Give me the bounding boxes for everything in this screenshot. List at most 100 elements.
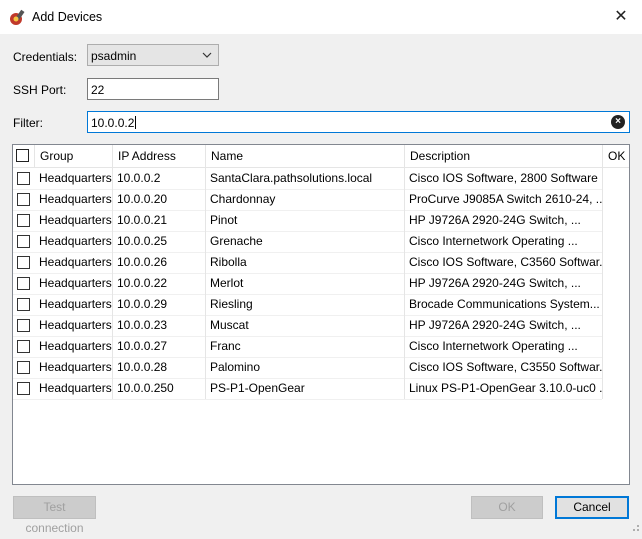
credentials-label: Credentials: [13, 50, 78, 64]
table-row[interactable]: Headquarters 10.0.0.26 Ribolla Cisco IOS So… [13, 252, 603, 274]
table-row[interactable]: Headquarters 10.0.0.2 SantaClara.pathsolut… [13, 168, 603, 190]
cell-group: Headquarters [35, 189, 113, 210]
row-checkbox[interactable] [17, 235, 30, 248]
wrench-app-icon [10, 9, 25, 25]
cell-name: Grenache [206, 231, 405, 252]
column-header-name[interactable]: Name [206, 145, 405, 167]
cell-description: ProCurve J9085A Switch 2610-24, ... [405, 189, 603, 210]
row-checkbox[interactable] [17, 214, 30, 227]
filter-input[interactable]: 10.0.0.2 × [87, 111, 630, 133]
cell-description: Cisco Internetwork Operating ... [405, 231, 603, 252]
cell-ok [603, 168, 629, 189]
cell-description: Brocade Communications System... [405, 294, 603, 315]
cell-ok [603, 294, 629, 315]
table-row[interactable]: Headquarters 10.0.0.22 Merlot HP J9726A 292… [13, 273, 603, 295]
table-row[interactable]: Headquarters 10.0.0.29 Riesling Brocade Com… [13, 294, 603, 316]
cell-ok [603, 357, 629, 378]
chevron-down-icon [202, 52, 212, 58]
table-row[interactable]: Headquarters 10.0.0.27 Franc Cisco Internet… [13, 336, 603, 358]
row-checkbox[interactable] [17, 361, 30, 374]
cell-description: Linux PS-P1-OpenGear 3.10.0-uc0 ... [405, 378, 603, 399]
ssh-port-label: SSH Port: [13, 83, 67, 97]
table-row[interactable]: Headquarters 10.0.0.21 Pinot HP J9726A 2920… [13, 210, 603, 232]
row-checkbox[interactable] [17, 256, 30, 269]
cell-description: Cisco IOS Software, 2800 Software ... [405, 168, 603, 189]
filter-label: Filter: [13, 116, 43, 130]
cell-group: Headquarters [35, 336, 113, 357]
window-title: Add Devices [32, 10, 103, 24]
ok-button[interactable]: OK [471, 496, 543, 519]
cell-group: Headquarters [35, 294, 113, 315]
cell-description: Cisco IOS Software, C3550 Softwar... [405, 357, 603, 378]
devices-table[interactable]: Group IP Address Name Description OK Hea… [12, 144, 630, 485]
cell-ok [603, 252, 629, 273]
resize-grip-icon[interactable] [630, 522, 640, 532]
column-header-description[interactable]: Description [405, 145, 603, 167]
row-checkbox[interactable] [17, 277, 30, 290]
table-row[interactable]: Headquarters 10.0.0.28 Palomino Cisco IOS S… [13, 357, 603, 379]
cell-ip-address: 10.0.0.22 [113, 273, 206, 294]
cell-name: PS-P1-OpenGear [206, 378, 405, 399]
cell-group: Headquarters [35, 378, 113, 399]
cell-description: Cisco IOS Software, C3560 Softwar... [405, 252, 603, 273]
close-icon[interactable]: ✕ [606, 5, 636, 29]
cell-ip-address: 10.0.0.25 [113, 231, 206, 252]
cell-ip-address: 10.0.0.23 [113, 315, 206, 336]
column-header-group[interactable]: Group [35, 145, 113, 167]
cell-ip-address: 10.0.0.250 [113, 378, 206, 399]
filter-value: 10.0.0.2 [91, 116, 135, 130]
cell-name: Palomino [206, 357, 405, 378]
row-checkbox[interactable] [17, 193, 30, 206]
cell-name: Franc [206, 336, 405, 357]
cell-ok [603, 231, 629, 252]
cell-name: Merlot [206, 273, 405, 294]
cell-group: Headquarters [35, 168, 113, 189]
cell-name: Pinot [206, 210, 405, 231]
cell-ok [603, 378, 629, 399]
cell-name: Riesling [206, 294, 405, 315]
row-checkbox[interactable] [17, 298, 30, 311]
test-connection-button[interactable]: Test connection [13, 496, 96, 535]
table-header: Group IP Address Name Description OK [13, 145, 629, 168]
cell-ip-address: 10.0.0.28 [113, 357, 206, 378]
table-row[interactable]: Headquarters 10.0.0.25 Grenache Cisco Inter… [13, 231, 603, 253]
cell-group: Headquarters [35, 357, 113, 378]
cell-name: Chardonnay [206, 189, 405, 210]
cell-ip-address: 10.0.0.27 [113, 336, 206, 357]
cell-description: HP J9726A 2920-24G Switch, ... [405, 210, 603, 231]
cell-ip-address: 10.0.0.29 [113, 294, 206, 315]
text-caret [135, 116, 137, 129]
cell-ip-address: 10.0.0.21 [113, 210, 206, 231]
cell-ip-address: 10.0.0.20 [113, 189, 206, 210]
clear-filter-icon[interactable]: × [611, 115, 625, 129]
cancel-button[interactable]: Cancel [555, 496, 629, 519]
cell-name: Ribolla [206, 252, 405, 273]
table-row[interactable]: Headquarters 10.0.0.20 Chardonnay ProCurve … [13, 189, 603, 211]
table-row[interactable]: Headquarters 10.0.0.23 Muscat HP J9726A 292… [13, 315, 603, 337]
table-row[interactable]: Headquarters 10.0.0.250 PS-P1-OpenGear Linu… [13, 378, 603, 400]
credentials-value: psadmin [91, 49, 137, 63]
cell-group: Headquarters [35, 231, 113, 252]
cell-ok [603, 315, 629, 336]
credentials-dropdown[interactable]: psadmin [87, 44, 219, 66]
cell-description: Cisco Internetwork Operating ... [405, 336, 603, 357]
column-header-ok[interactable]: OK [603, 145, 629, 167]
cell-name: SantaClara.pathsolutions.local [206, 168, 405, 189]
row-checkbox[interactable] [17, 382, 30, 395]
cell-group: Headquarters [35, 210, 113, 231]
column-header-ip-address[interactable]: IP Address [113, 145, 206, 167]
cell-ok [603, 210, 629, 231]
cell-ok [603, 273, 629, 294]
row-checkbox[interactable] [17, 172, 30, 185]
select-all-checkbox[interactable] [16, 149, 29, 162]
cell-group: Headquarters [35, 252, 113, 273]
ssh-port-value: 22 [91, 83, 105, 97]
cell-ip-address: 10.0.0.26 [113, 252, 206, 273]
row-checkbox[interactable] [17, 319, 30, 332]
cell-description: HP J9726A 2920-24G Switch, ... [405, 273, 603, 294]
row-checkbox[interactable] [17, 340, 30, 353]
cell-ok [603, 189, 629, 210]
title-bar: Add Devices ✕ [0, 0, 642, 34]
ssh-port-input[interactable]: 22 [87, 78, 219, 100]
cell-description: HP J9726A 2920-24G Switch, ... [405, 315, 603, 336]
